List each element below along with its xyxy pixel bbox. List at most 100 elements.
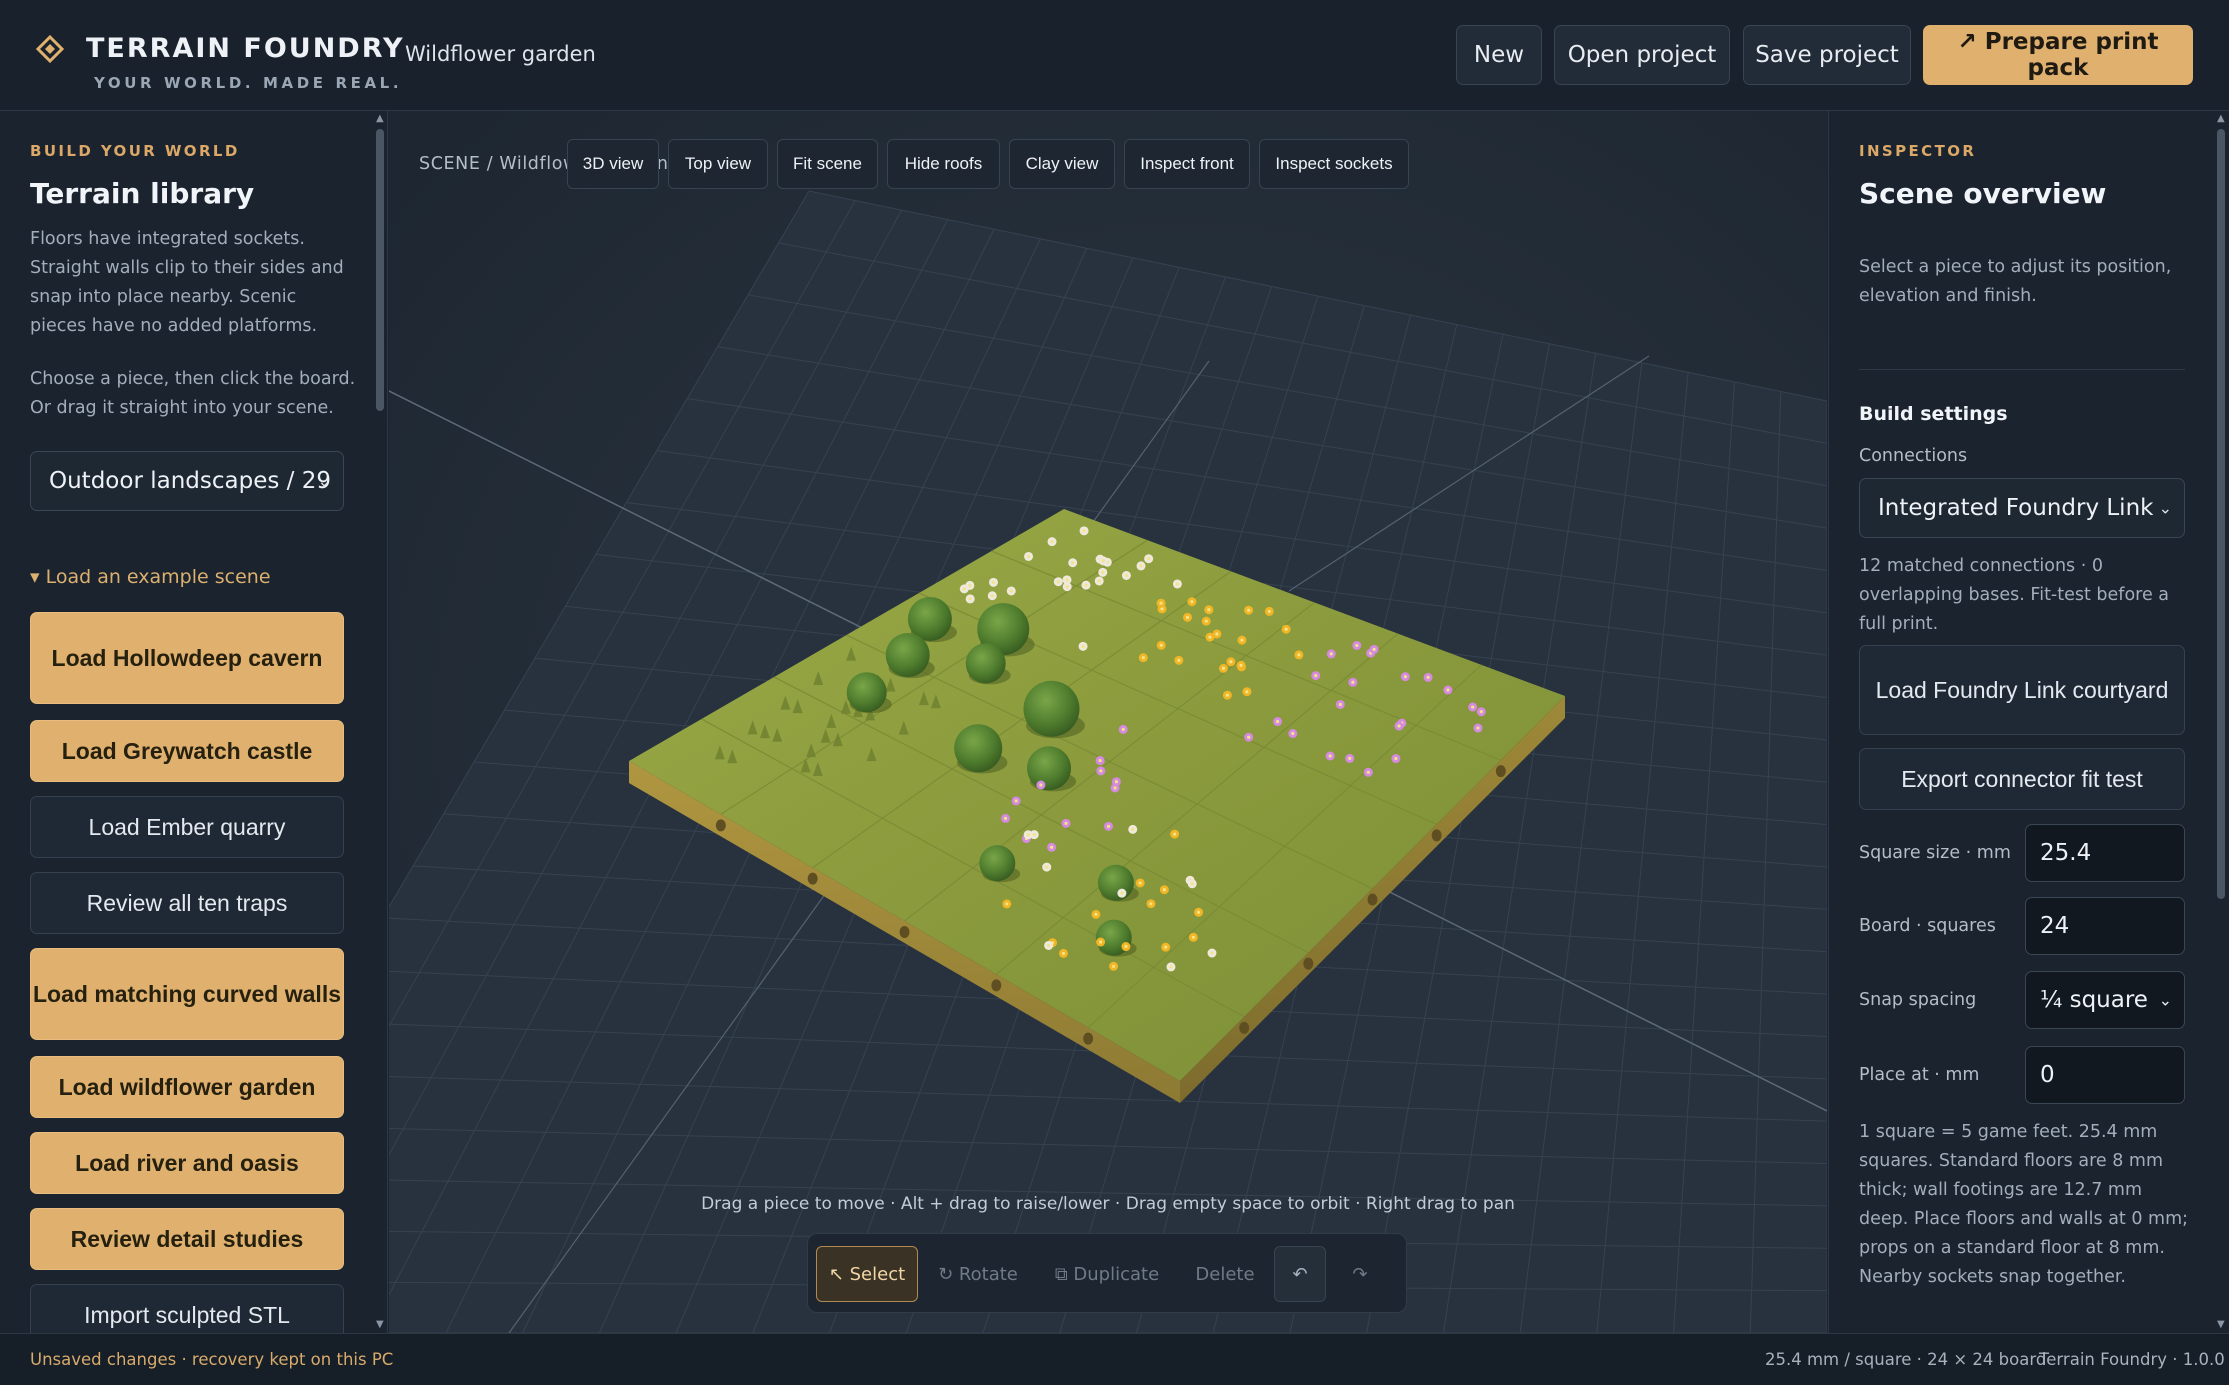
flower-center — [1173, 832, 1177, 836]
socket-hole — [715, 819, 726, 832]
scroll-down-icon[interactable]: ▼ — [2217, 1319, 2225, 1330]
example-scenes-toggle[interactable]: ▾ Load an example scene — [30, 566, 271, 588]
flower-center — [1099, 769, 1103, 773]
place-at-input[interactable]: 0 — [2025, 1046, 2185, 1104]
snap-spacing-value: ¼ square — [2040, 987, 2148, 1013]
library-title: Terrain library — [30, 177, 255, 210]
flower-center — [1101, 559, 1105, 563]
flower-center — [1039, 783, 1043, 787]
socket-hole — [1367, 893, 1378, 906]
left-scrollbar-thumb[interactable] — [376, 129, 384, 411]
duplicate-tool-button[interactable]: ⧉ Duplicate — [1040, 1246, 1174, 1302]
connections-select-value: Integrated Foundry Link — [1878, 495, 2154, 521]
flower-center — [1014, 799, 1018, 803]
socket-hole — [1495, 765, 1506, 778]
scroll-down-icon[interactable]: ▼ — [376, 1319, 384, 1330]
flower-center — [1221, 666, 1226, 670]
flower-center — [1215, 632, 1219, 636]
connections-select[interactable]: Integrated Foundry Link ⌄ — [1859, 478, 2185, 538]
delete-tool-button[interactable]: Delete — [1182, 1246, 1268, 1302]
socket-hole — [807, 872, 818, 885]
connections-label: Connections — [1859, 446, 1968, 466]
example-scene-button[interactable]: Load river and oasis — [30, 1132, 344, 1194]
view-button[interactable]: Clay view — [1009, 139, 1115, 189]
load-foundry-link-courtyard-button[interactable]: Load Foundry Link courtyard — [1859, 645, 2185, 735]
bush — [885, 633, 930, 678]
flower-center — [1291, 731, 1295, 736]
example-scene-button[interactable]: Load wildflower garden — [30, 1056, 344, 1118]
flower-center — [1071, 561, 1075, 565]
flower-center — [991, 580, 996, 584]
example-scene-button[interactable]: Import sculpted STL — [30, 1284, 344, 1333]
example-scene-button[interactable]: Load Hollowdeep cavern — [30, 612, 344, 704]
flower-center — [1164, 945, 1168, 949]
flower-center — [1141, 656, 1145, 660]
flower-center — [1372, 647, 1376, 651]
bush — [1023, 680, 1080, 737]
flower-center — [1097, 579, 1101, 583]
flower-center — [1094, 912, 1098, 916]
scene-canvas[interactable] — [389, 111, 1827, 1333]
flower-center — [1348, 756, 1352, 760]
flower-center — [1185, 615, 1190, 619]
view-button[interactable]: Inspect sockets — [1259, 139, 1409, 189]
flower-center — [1169, 965, 1173, 969]
flower-center — [1065, 585, 1069, 589]
new-button[interactable]: New — [1456, 25, 1542, 85]
prepare-print-pack-button[interactable]: ↗ Prepare print pack — [1923, 25, 2193, 85]
snap-spacing-select[interactable]: ¼ square ⌄ — [2025, 971, 2185, 1029]
board-squares-input[interactable]: 24 — [2025, 897, 2185, 955]
flower-center — [1207, 608, 1211, 612]
flower-center — [1397, 724, 1401, 728]
category-select[interactable]: Outdoor landscapes / 29 ⌄ — [30, 451, 344, 511]
library-description: Floors have integrated sockets. Straight… — [30, 229, 344, 336]
flower-center — [1147, 557, 1151, 561]
flower-center — [990, 594, 994, 598]
section-divider — [1859, 369, 2185, 370]
view-button[interactable]: Top view — [668, 139, 768, 189]
flower-center — [1009, 589, 1013, 593]
view-button[interactable]: Fit scene — [777, 139, 878, 189]
scroll-up-icon[interactable]: ▲ — [2217, 113, 2225, 124]
flower-center — [1403, 675, 1407, 679]
tool-bar: ↖ Select ↻ Rotate ⧉ Duplicate Delete ↶ ↷ — [807, 1233, 1407, 1313]
undo-icon[interactable]: ↶ — [1274, 1246, 1326, 1302]
open-project-button[interactable]: Open project — [1554, 25, 1730, 85]
scroll-up-icon[interactable]: ▲ — [376, 113, 384, 124]
example-scene-button[interactable]: Review detail studies — [30, 1208, 344, 1270]
example-scene-button[interactable]: Review all ten traps — [30, 872, 344, 934]
flower-center — [1160, 607, 1164, 611]
flower-center — [1106, 824, 1111, 828]
flower-center — [1124, 573, 1128, 578]
build-settings-title: Build settings — [1859, 403, 2008, 425]
flower-center — [1204, 619, 1208, 623]
flower-center — [1026, 833, 1030, 837]
flower-center — [1196, 910, 1201, 914]
project-title: Wildflower garden — [405, 42, 596, 66]
chevron-down-icon: ⌄ — [2158, 990, 2172, 1010]
view-button[interactable]: Hide roofs — [887, 139, 1000, 189]
flower-center — [1284, 627, 1288, 631]
export-connector-fit-test-button[interactable]: Export connector fit test — [1859, 748, 2185, 810]
flower-center — [1476, 726, 1480, 730]
view-button[interactable]: 3D view — [567, 139, 659, 189]
scene-viewport[interactable]: SCENE / Wildflower garden 3D view Top vie… — [389, 111, 1827, 1333]
rotate-tool-button[interactable]: ↻ Rotate — [926, 1246, 1030, 1302]
example-scene-button[interactable]: Load Greywatch castle — [30, 720, 344, 782]
board-squares-label: Board · squares — [1859, 916, 1996, 936]
select-tool-button[interactable]: ↖ Select — [816, 1246, 918, 1302]
flower-center — [1114, 780, 1118, 784]
right-scrollbar-thumb[interactable] — [2217, 129, 2225, 899]
example-scene-button[interactable]: Load Ember quarry — [30, 796, 344, 858]
example-scene-button[interactable]: Load matching curved walls — [30, 948, 344, 1040]
view-button[interactable]: Inspect front — [1124, 139, 1250, 189]
flower-center — [1246, 608, 1251, 612]
flower-center — [1240, 638, 1244, 642]
save-project-button[interactable]: Save project — [1743, 25, 1911, 85]
inspector-kicker: INSPECTOR — [1859, 142, 1977, 160]
bush — [1097, 864, 1134, 901]
flower-center — [1329, 652, 1333, 656]
flower-center — [1003, 816, 1008, 820]
redo-icon[interactable]: ↷ — [1334, 1246, 1386, 1302]
square-size-input[interactable]: 25.4 — [2025, 824, 2185, 882]
